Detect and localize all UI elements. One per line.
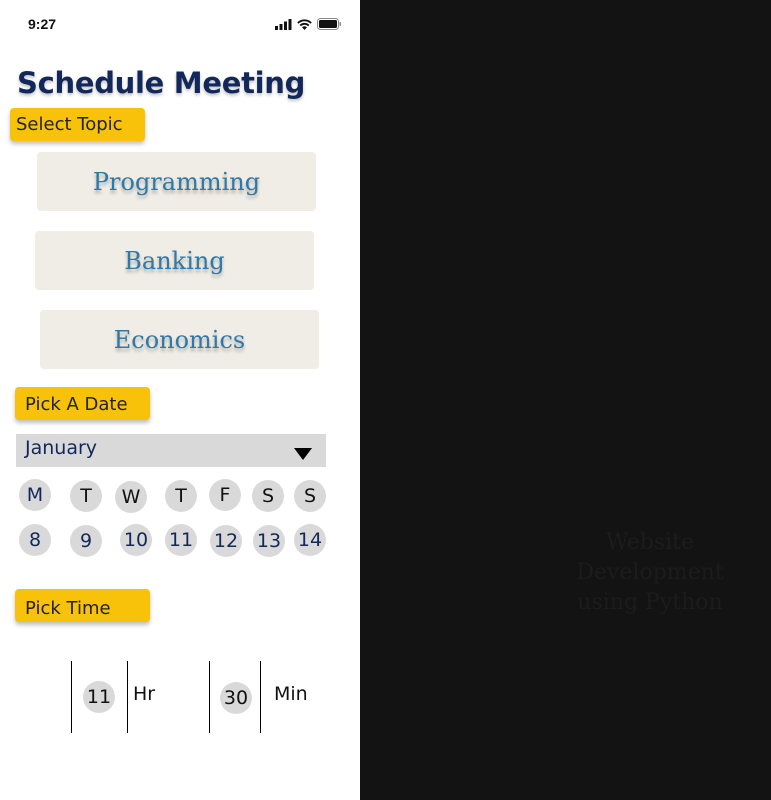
hour-unit-label: Hr [133,683,156,705]
battery-icon [317,18,341,30]
calendar-day-8[interactable]: 8 [19,524,51,556]
status-time: 9:27 [28,16,57,32]
topic-label: Banking [124,246,225,275]
day-number: 12 [213,530,239,552]
pick-time-label: Pick Time [15,589,150,622]
calendar-day-9[interactable]: 9 [70,525,102,557]
weekday-label: T [80,485,92,507]
day-number: 13 [256,530,282,552]
calendar-day-12[interactable]: 12 [210,525,242,557]
minute-unit-label: Min [274,683,308,705]
weekday-sunday: S [294,480,326,512]
pick-date-label: Pick A Date [15,387,150,420]
minute-value: 30 [223,687,249,709]
time-divider [71,661,72,733]
weekday-tuesday: T [70,480,102,512]
minute-picker[interactable]: 30 [220,682,252,714]
day-number: 8 [28,529,42,551]
background-caption-line: Website Development [576,530,724,585]
calendar-day-13[interactable]: 13 [253,525,285,557]
day-number: 14 [297,529,323,551]
time-divider [127,661,128,733]
background-caption: Website Development using Python [530,528,770,618]
weekday-wednesday: W [115,481,147,513]
topic-button-programming[interactable]: Programming [37,152,316,211]
weekday-label: W [121,486,141,508]
day-number: 10 [123,529,149,551]
cellular-signal-icon [275,18,292,30]
hour-value: 11 [86,686,112,708]
time-divider [209,661,210,733]
hour-picker[interactable]: 11 [83,681,115,713]
topic-button-economics[interactable]: Economics [40,310,319,369]
pick-time-label-text: Pick Time [25,598,111,619]
weekday-thursday: T [165,480,197,512]
phone-screen: 9:27 Schedule Meeting Select Topic Progr… [0,0,360,800]
weekday-monday: M [19,479,51,511]
page-title: Schedule Meeting [17,66,306,100]
caret-down-icon [294,448,312,460]
month-dropdown-value: January [25,437,98,459]
day-number: 9 [79,530,93,552]
weekday-label: S [303,485,317,507]
weekday-label: S [261,485,275,507]
background-caption-line: using Python [577,590,723,615]
status-icons [275,18,342,30]
topic-button-banking[interactable]: Banking [35,231,314,290]
weekday-label: F [219,484,231,506]
wifi-icon [297,18,312,30]
weekday-friday: F [209,479,241,511]
weekday-saturday: S [252,480,284,512]
select-topic-label: Select Topic [10,108,145,141]
topic-label: Programming [92,167,261,196]
calendar-day-11[interactable]: 11 [165,524,197,556]
calendar-day-10[interactable]: 10 [120,524,152,556]
topic-label: Economics [113,325,246,354]
calendar-day-14[interactable]: 14 [294,524,326,556]
select-topic-label-text: Select Topic [16,114,123,135]
weekday-label: M [26,484,44,506]
pick-date-label-text: Pick A Date [25,394,128,415]
time-divider [260,661,261,733]
weekday-label: T [175,485,187,507]
month-dropdown[interactable]: January [16,434,326,467]
day-number: 11 [168,529,194,551]
